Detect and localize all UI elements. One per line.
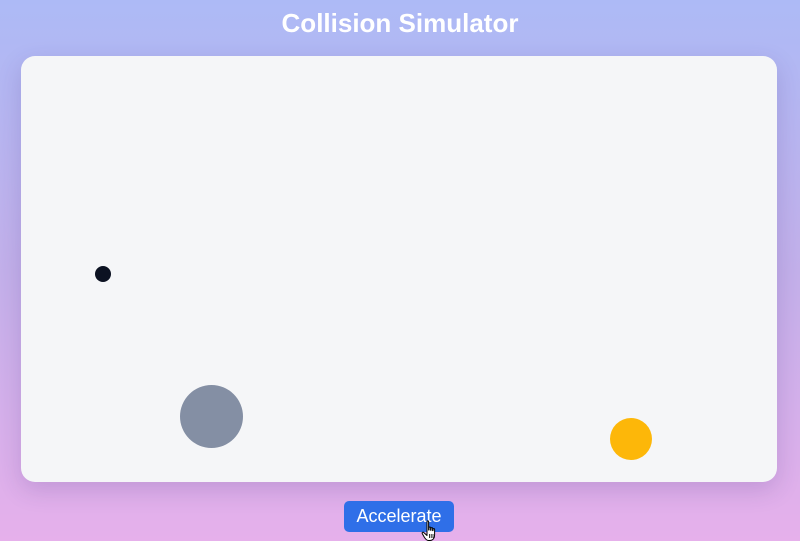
page-title: Collision Simulator bbox=[281, 8, 519, 38]
small-ball bbox=[95, 266, 111, 282]
simulation-canvas[interactable] bbox=[21, 56, 777, 482]
hand-pointer-icon bbox=[421, 520, 436, 541]
medium-ball bbox=[610, 418, 652, 460]
large-ball bbox=[180, 385, 243, 448]
